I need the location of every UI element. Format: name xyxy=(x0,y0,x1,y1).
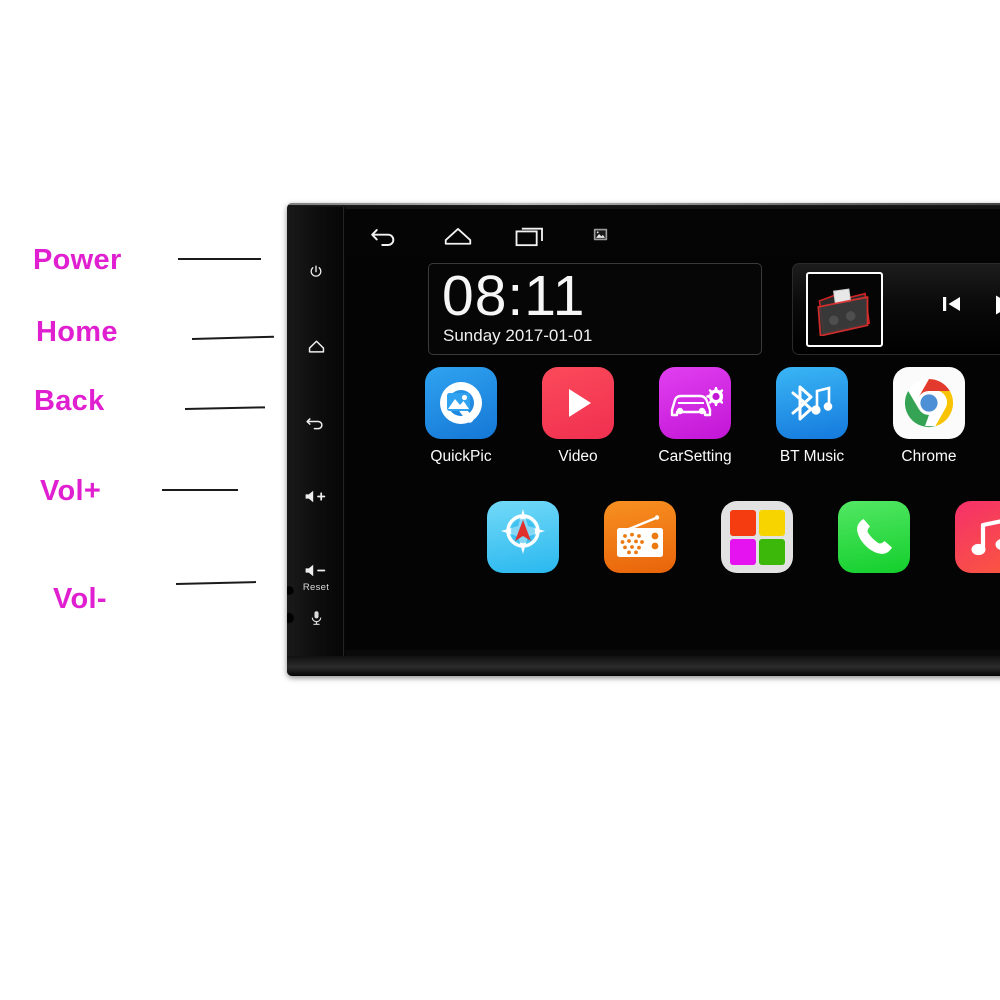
app-navigation[interactable] xyxy=(481,501,565,582)
microphone-icon xyxy=(311,611,321,625)
volume-up-icon xyxy=(305,490,326,502)
microphone xyxy=(287,607,345,629)
clock-widget[interactable]: 08:11 Sunday 2017-01-01 xyxy=(428,263,762,355)
app-chrome[interactable]: Chrome xyxy=(887,367,971,466)
music-player-widget[interactable] xyxy=(792,263,1000,355)
app-music[interactable] xyxy=(949,501,1000,582)
home-button[interactable] xyxy=(287,333,345,359)
app-radio[interactable] xyxy=(598,501,682,582)
grid-quadrant-yellow xyxy=(759,510,785,536)
clock-date: Sunday 2017-01-01 xyxy=(443,326,593,345)
chrome-glyph xyxy=(904,379,954,428)
app-grid-icon xyxy=(721,501,793,573)
back-button[interactable] xyxy=(287,409,345,435)
phone-handset-glyph xyxy=(857,519,892,554)
callout-home: Home xyxy=(36,316,118,348)
volume-down-icon xyxy=(305,564,326,576)
play-triangle-glyph xyxy=(569,389,591,417)
app-carsetting[interactable]: CarSetting xyxy=(653,367,737,466)
leader-line-home xyxy=(191,335,274,340)
callout-volume-up: Vol+ xyxy=(40,475,102,507)
app-bt-music[interactable]: BT Music xyxy=(770,367,854,466)
touchscreen[interactable]: 08:11 Sunday 2017-01-01 QuickPic Video C… xyxy=(345,209,1000,650)
app-video[interactable]: Video xyxy=(536,367,620,466)
grid-quadrant-green xyxy=(759,539,785,565)
nav-home-button[interactable] xyxy=(443,226,473,251)
car-head-unit-device: Reset 08:11 Sunday 2017-01-01 QuickPic V… xyxy=(287,203,1000,676)
device-bottom-bezel xyxy=(287,656,1000,676)
home-icon xyxy=(308,340,324,353)
android-navigation-bar xyxy=(345,209,1000,257)
compass-icon xyxy=(487,501,559,573)
play-button[interactable] xyxy=(989,291,1000,319)
video-play-icon xyxy=(542,367,614,439)
play-icon xyxy=(996,295,1000,315)
screenshot-icon xyxy=(593,228,608,241)
back-arrow-icon xyxy=(371,229,395,246)
music-note-icon xyxy=(955,501,1000,573)
screenshot-root: Power Home Back Vol+ Vol- Reset 08:11 Su… xyxy=(0,0,1000,1000)
nav-screenshot-button[interactable] xyxy=(593,228,608,246)
leader-line-back xyxy=(184,406,265,410)
compass-glyph xyxy=(501,509,545,554)
power-icon xyxy=(310,265,322,277)
reset-label: Reset xyxy=(302,582,330,593)
music-folder-icon xyxy=(816,287,870,336)
app-label: QuickPic xyxy=(430,448,492,465)
bluetooth-music-icon xyxy=(776,367,848,439)
radio-icon xyxy=(604,501,676,573)
leader-line-volume-up xyxy=(162,489,238,491)
previous-track-icon xyxy=(943,297,960,311)
callout-back: Back xyxy=(34,385,105,417)
leader-line-power xyxy=(178,258,261,260)
leader-line-volume-down xyxy=(175,581,256,585)
panel-divider xyxy=(343,207,344,672)
home-icon xyxy=(444,228,472,245)
power-button[interactable] xyxy=(287,259,345,285)
clock-time: 08:11 xyxy=(442,264,586,328)
volume-up-button[interactable] xyxy=(287,483,345,509)
car-gear-icon xyxy=(659,367,731,439)
album-art xyxy=(806,272,883,347)
volume-down-button[interactable] xyxy=(287,557,345,583)
nav-back-button[interactable] xyxy=(370,225,400,252)
quickpic-icon xyxy=(425,367,497,439)
app-label: CarSetting xyxy=(658,448,732,465)
app-label: BT Music xyxy=(779,448,845,465)
back-arrow-icon xyxy=(306,418,323,430)
app-label: Chrome xyxy=(901,448,957,465)
radio-glyph xyxy=(617,515,663,557)
grid-quadrant-magenta xyxy=(730,539,756,565)
chrome-icon xyxy=(893,367,965,439)
phone-icon xyxy=(838,501,910,573)
nav-recents-button[interactable] xyxy=(515,225,547,252)
bluetooth-note-glyph xyxy=(791,385,833,421)
app-phone[interactable] xyxy=(832,501,916,582)
callout-volume-down: Vol- xyxy=(53,583,107,615)
quickpic-glyph xyxy=(440,382,482,424)
car-gear-glyph xyxy=(670,387,723,417)
prev-track-button[interactable] xyxy=(939,291,965,317)
grid-quadrant-red xyxy=(730,510,756,536)
app-quickpic[interactable]: QuickPic xyxy=(419,367,503,466)
callout-power: Power xyxy=(33,244,122,276)
recent-apps-icon xyxy=(515,227,543,247)
music-note-glyph xyxy=(971,519,1000,556)
side-button-panel: Reset xyxy=(287,207,345,672)
app-label: Video xyxy=(558,448,598,465)
app-drawer[interactable] xyxy=(715,501,799,582)
